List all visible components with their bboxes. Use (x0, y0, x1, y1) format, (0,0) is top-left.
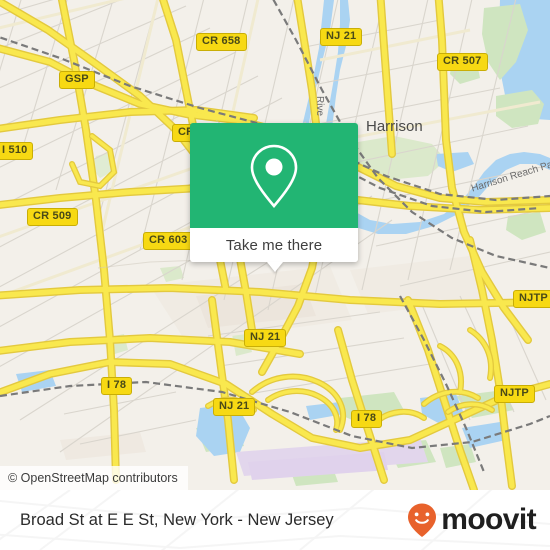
road-shield[interactable]: I 510 (0, 142, 34, 160)
take-me-there-button[interactable]: Take me there (190, 228, 358, 262)
road-shield[interactable]: GSP (59, 71, 95, 89)
road-shield[interactable]: NJ 21 (320, 28, 363, 46)
attribution-text: © OpenStreetMap contributors (8, 471, 178, 485)
road-shield[interactable]: CR 603 (143, 232, 194, 250)
road-shield[interactable]: CR 507 (437, 53, 488, 71)
road-shield[interactable]: I 78 (101, 377, 133, 395)
callout-tail-pointer (267, 262, 283, 272)
moovit-smiley-pin-icon (408, 503, 437, 537)
map-pin-icon (250, 144, 298, 208)
take-me-there-label: Take me there (225, 236, 323, 254)
page-title: Broad St at E E St, New York - New Jerse… (20, 510, 334, 529)
moovit-brand[interactable]: moovit (405, 490, 537, 550)
moovit-wordmark: moovit (441, 503, 536, 536)
map-canvas[interactable]: CR 658 NJ 21 CR 507 GSP CR I 510 CR 509 … (0, 0, 550, 490)
location-callout-card[interactable]: Take me there (190, 123, 358, 272)
road-shield[interactable]: NJTP (513, 290, 550, 308)
street-label-river: Rive (314, 96, 325, 117)
road-shield[interactable]: NJ 21 (213, 398, 256, 416)
map-attribution[interactable]: © OpenStreetMap contributors (0, 466, 188, 490)
road-shield[interactable]: CR 509 (27, 208, 78, 226)
map-screenshot: CR 658 NJ 21 CR 507 GSP CR I 510 CR 509 … (0, 0, 550, 550)
place-label-harrison: Harrison (366, 118, 423, 135)
road-shield[interactable]: CR 658 (196, 33, 247, 51)
callout-image-area (190, 123, 358, 228)
road-shield[interactable]: NJ 21 (244, 329, 287, 347)
road-shield[interactable]: NJTP (494, 385, 535, 403)
footer-bar: Broad St at E E St, New York - New Jerse… (0, 490, 550, 550)
road-shield[interactable]: I 78 (351, 410, 383, 428)
